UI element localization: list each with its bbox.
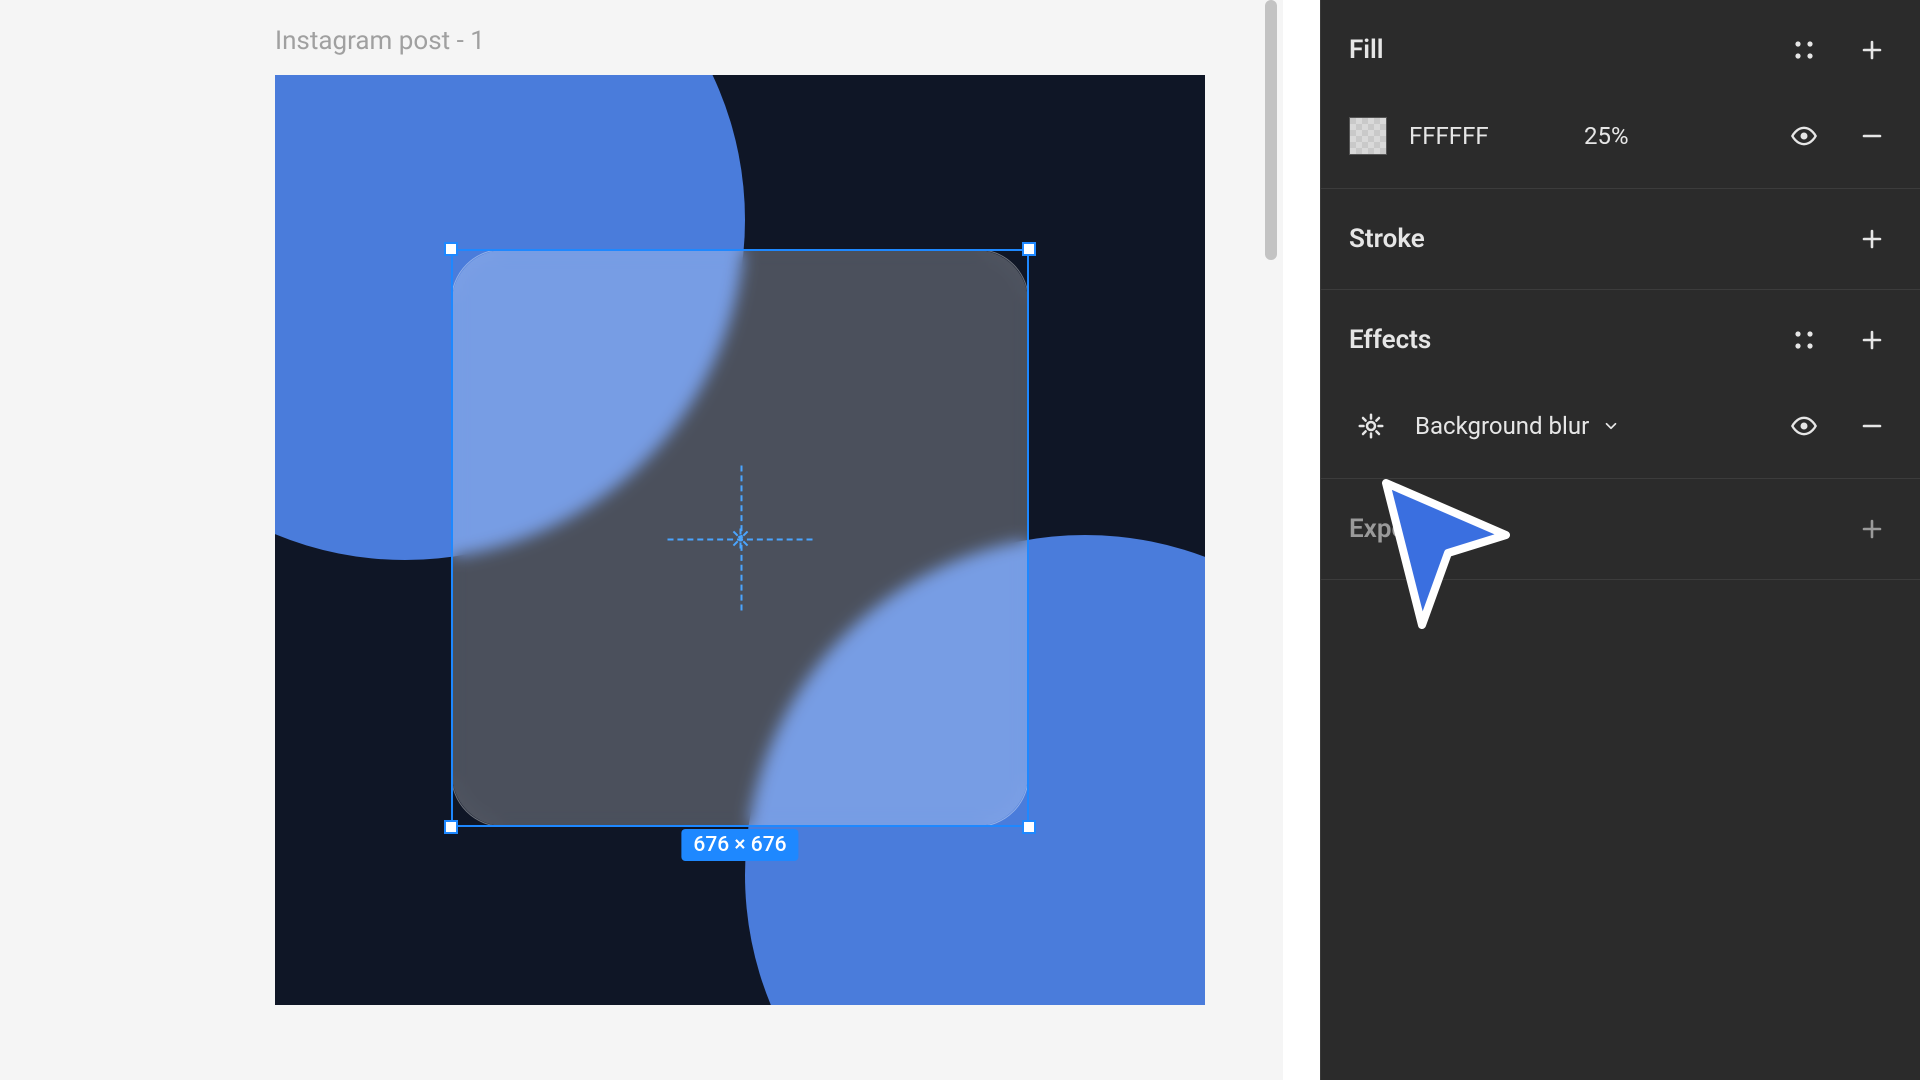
section-export: Export xyxy=(1321,479,1920,580)
properties-panel: Fill FFFFFF 25% xyxy=(1320,0,1920,1080)
section-effects: Effects xyxy=(1321,290,1920,479)
sun-icon xyxy=(1356,411,1386,441)
effect-type-dropdown[interactable]: Background blur xyxy=(1415,412,1623,440)
add-effect-button[interactable] xyxy=(1852,320,1892,360)
section-title-fill: Fill xyxy=(1349,35,1384,65)
section-title-effects: Effects xyxy=(1349,325,1431,355)
effect-settings-button[interactable] xyxy=(1349,404,1393,448)
vertical-scrollbar[interactable] xyxy=(1265,0,1277,260)
frame-title[interactable]: Instagram post - 1 xyxy=(275,26,485,56)
effect-type-label: Background blur xyxy=(1415,412,1589,440)
effect-row[interactable]: Background blur xyxy=(1349,390,1892,462)
effect-visibility-toggle[interactable] xyxy=(1784,406,1824,446)
section-title-stroke: Stroke xyxy=(1349,224,1425,254)
add-fill-button[interactable] xyxy=(1852,30,1892,70)
effect-remove-button[interactable] xyxy=(1852,406,1892,446)
fill-color-swatch[interactable] xyxy=(1349,117,1387,155)
fill-visibility-toggle[interactable] xyxy=(1784,116,1824,156)
add-export-button[interactable] xyxy=(1852,509,1892,549)
shape-glass-rectangle[interactable] xyxy=(451,249,1029,827)
chevron-down-icon xyxy=(1599,414,1623,438)
add-stroke-button[interactable] xyxy=(1852,219,1892,259)
fill-hex-value[interactable]: FFFFFF xyxy=(1409,122,1584,150)
fill-row[interactable]: FFFFFF 25% xyxy=(1349,100,1892,172)
section-title-export: Export xyxy=(1349,514,1425,544)
artboard[interactable] xyxy=(275,75,1205,1005)
style-panel-icon[interactable] xyxy=(1784,30,1824,70)
fill-remove-button[interactable] xyxy=(1852,116,1892,156)
fill-opacity-value[interactable]: 25% xyxy=(1584,122,1714,150)
section-stroke: Stroke xyxy=(1321,189,1920,290)
section-fill: Fill FFFFFF 25% xyxy=(1321,0,1920,189)
canvas-area[interactable]: Instagram post - 1 676 × 676 xyxy=(0,0,1283,1080)
effects-styles-icon[interactable] xyxy=(1784,320,1824,360)
